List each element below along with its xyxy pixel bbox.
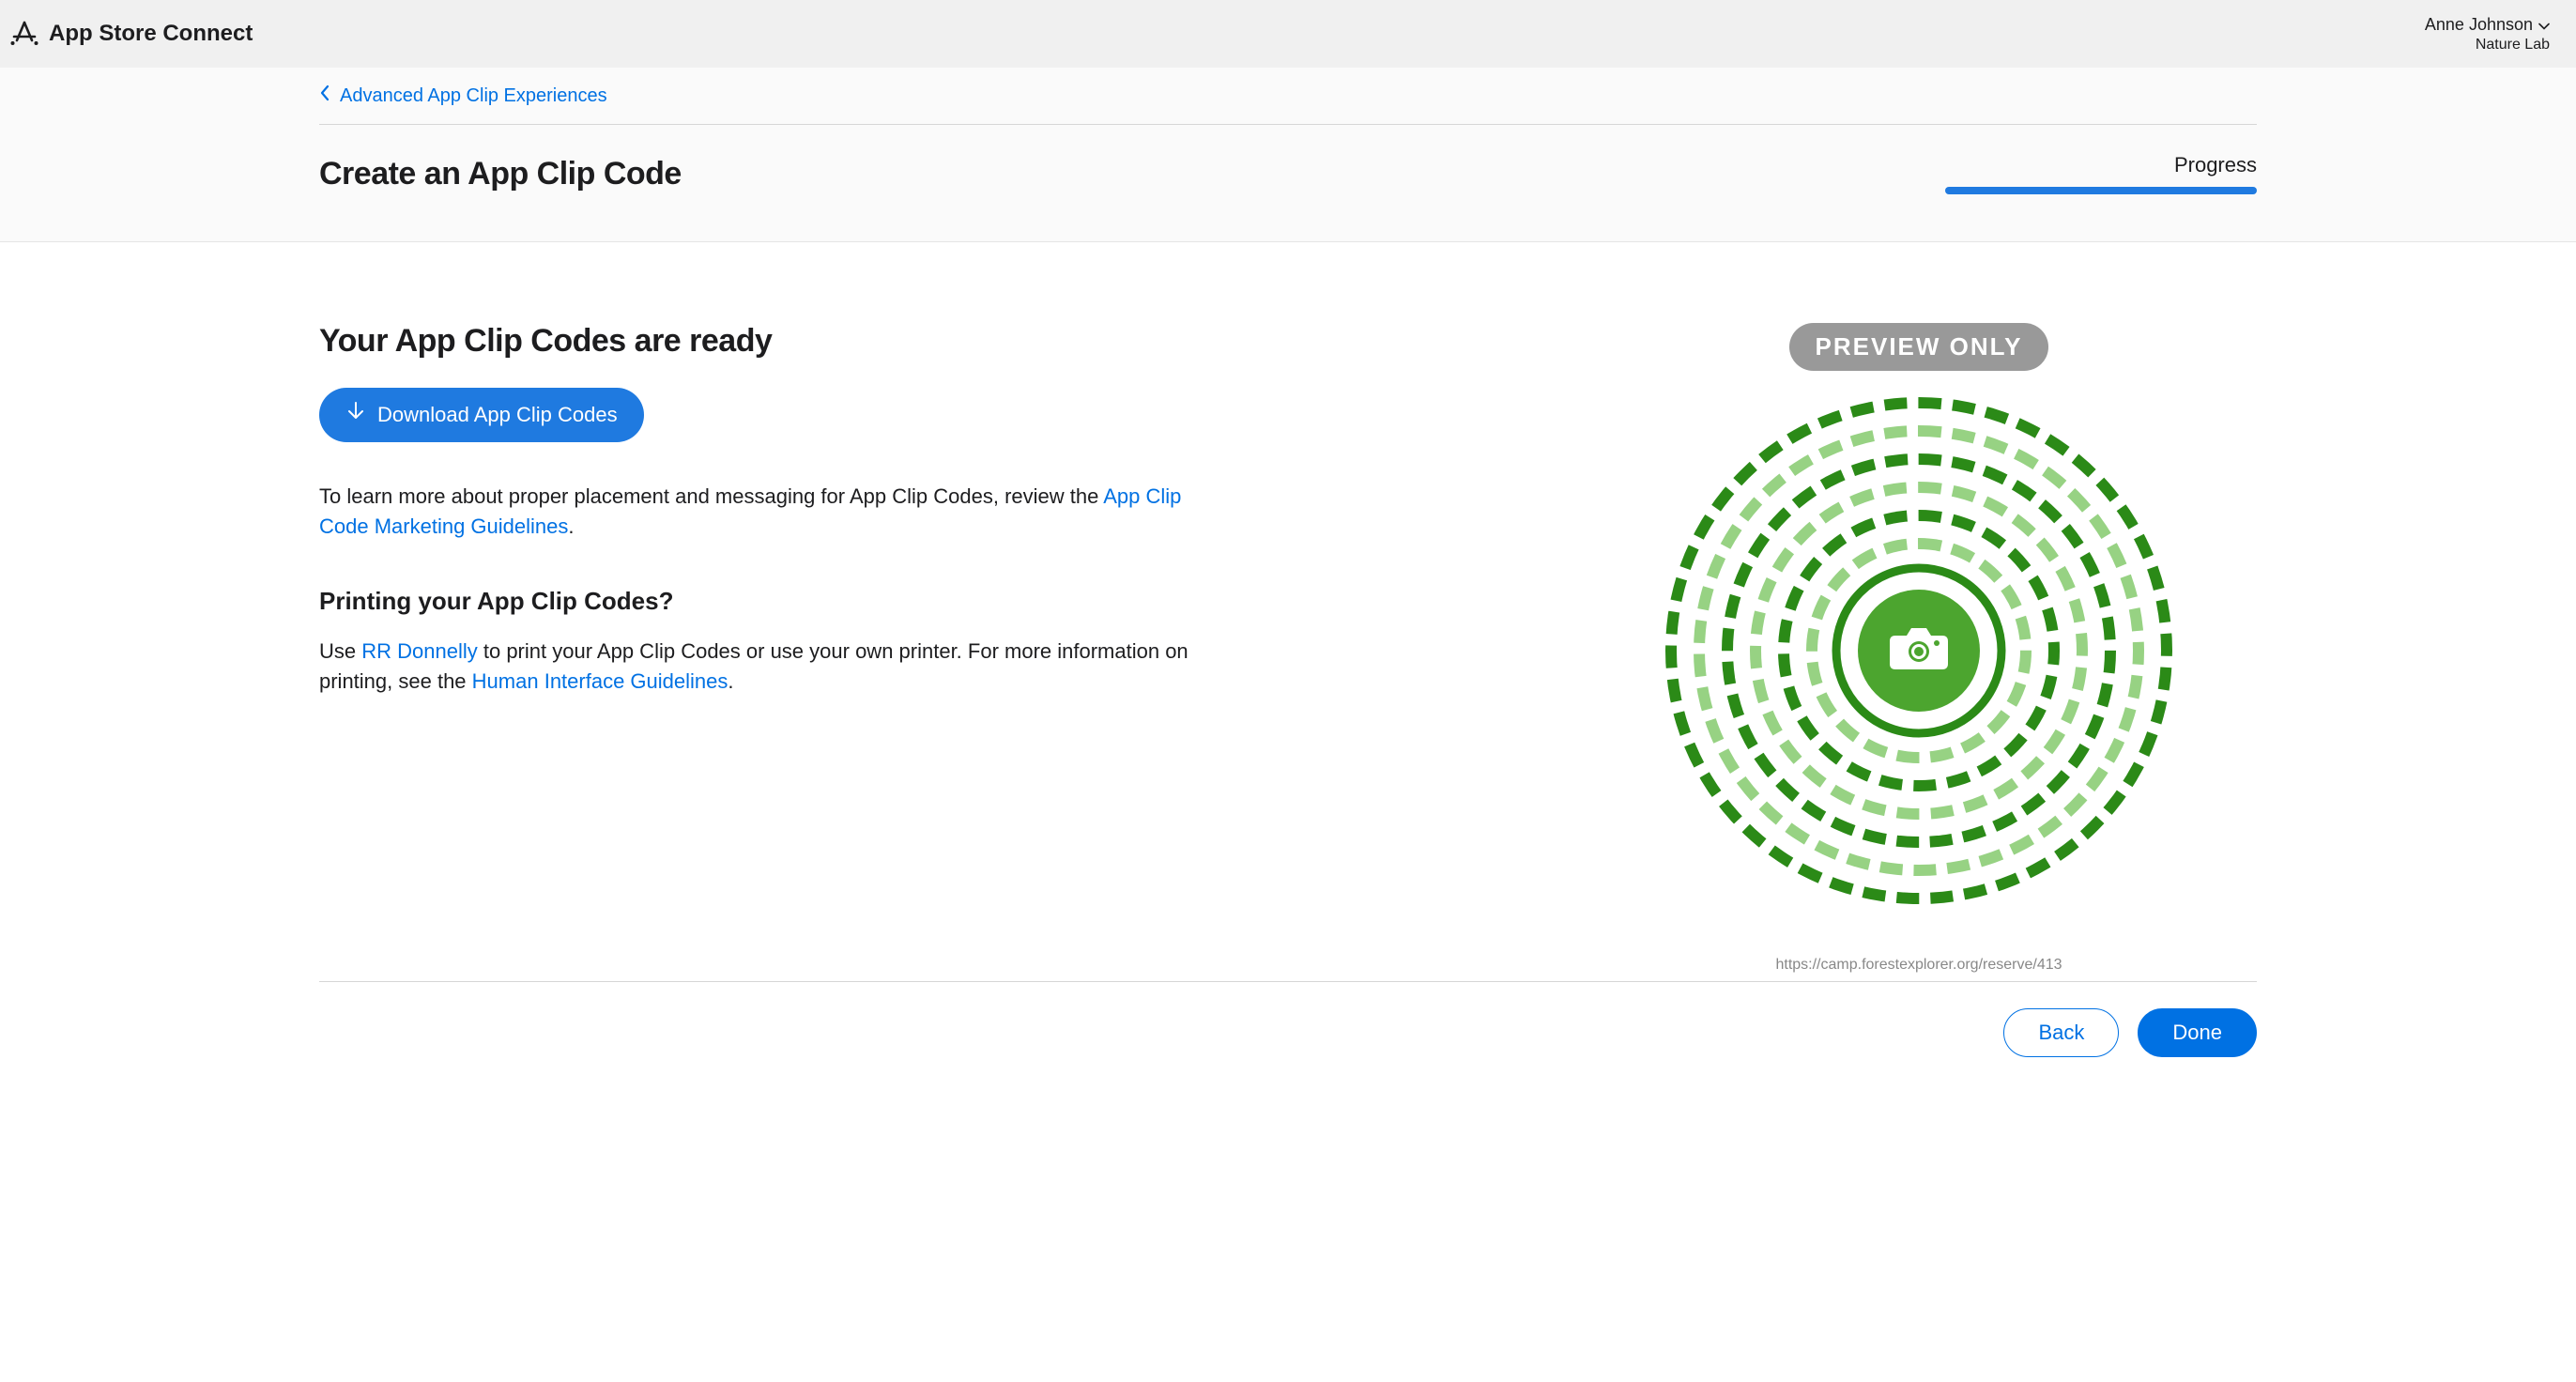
ready-heading: Your App Clip Codes are ready: [319, 323, 1581, 360]
top-right: Anne Johnson Nature Lab: [2425, 15, 2550, 54]
hig-link[interactable]: Human Interface Guidelines: [472, 669, 728, 693]
download-button[interactable]: Download App Clip Codes: [319, 388, 644, 442]
breadcrumb: Advanced App Clip Experiences: [319, 68, 2257, 124]
progress-bar: [1945, 187, 2257, 194]
main-content: Your App Clip Codes are ready Download A…: [319, 242, 2257, 974]
page-title: Create an App Clip Code: [319, 156, 682, 192]
breadcrumb-back-link[interactable]: Advanced App Clip Experiences: [319, 84, 607, 107]
download-button-label: Download App Clip Codes: [377, 403, 618, 427]
user-menu[interactable]: Anne Johnson: [2425, 15, 2550, 35]
right-column: PREVIEW ONLY: [1656, 323, 2257, 974]
progress-label: Progress: [2174, 153, 2257, 177]
learn-more-text: To learn more about proper placement and…: [319, 482, 1220, 542]
preview-url: https://camp.forestexplorer.org/reserve/…: [1775, 957, 2062, 974]
preview-only-badge: PREVIEW ONLY: [1789, 323, 2049, 371]
chevron-down-icon: [2538, 15, 2550, 35]
app-title: App Store Connect: [49, 21, 253, 47]
top-left: App Store Connect: [9, 19, 253, 49]
done-button[interactable]: Done: [2138, 1008, 2257, 1057]
title-row: Create an App Clip Code Progress: [319, 125, 2257, 241]
sub-header: Advanced App Clip Experiences Create an …: [0, 68, 2576, 242]
progress-section: Progress: [1945, 153, 2257, 194]
clip-center-circle: [1858, 590, 1980, 712]
printing-heading: Printing your App Clip Codes?: [319, 587, 1581, 616]
app-clip-code-preview: [1656, 388, 2182, 914]
footer-actions: Back Done: [319, 981, 2257, 1083]
rr-donnelly-link[interactable]: RR Donnelly: [361, 639, 478, 663]
breadcrumb-label: Advanced App Clip Experiences: [340, 85, 607, 107]
download-icon: [345, 401, 366, 429]
chevron-left-icon: [319, 84, 330, 107]
app-store-connect-icon: [9, 19, 39, 49]
camera-icon: [1886, 622, 1952, 680]
left-column: Your App Clip Codes are ready Download A…: [319, 323, 1581, 974]
user-name-label: Anne Johnson: [2425, 15, 2533, 35]
team-name-label: Nature Lab: [2476, 37, 2550, 54]
printing-text: Use RR Donnelly to print your App Clip C…: [319, 637, 1220, 697]
top-bar: App Store Connect Anne Johnson Nature La…: [0, 0, 2576, 68]
back-button[interactable]: Back: [2003, 1008, 2119, 1057]
